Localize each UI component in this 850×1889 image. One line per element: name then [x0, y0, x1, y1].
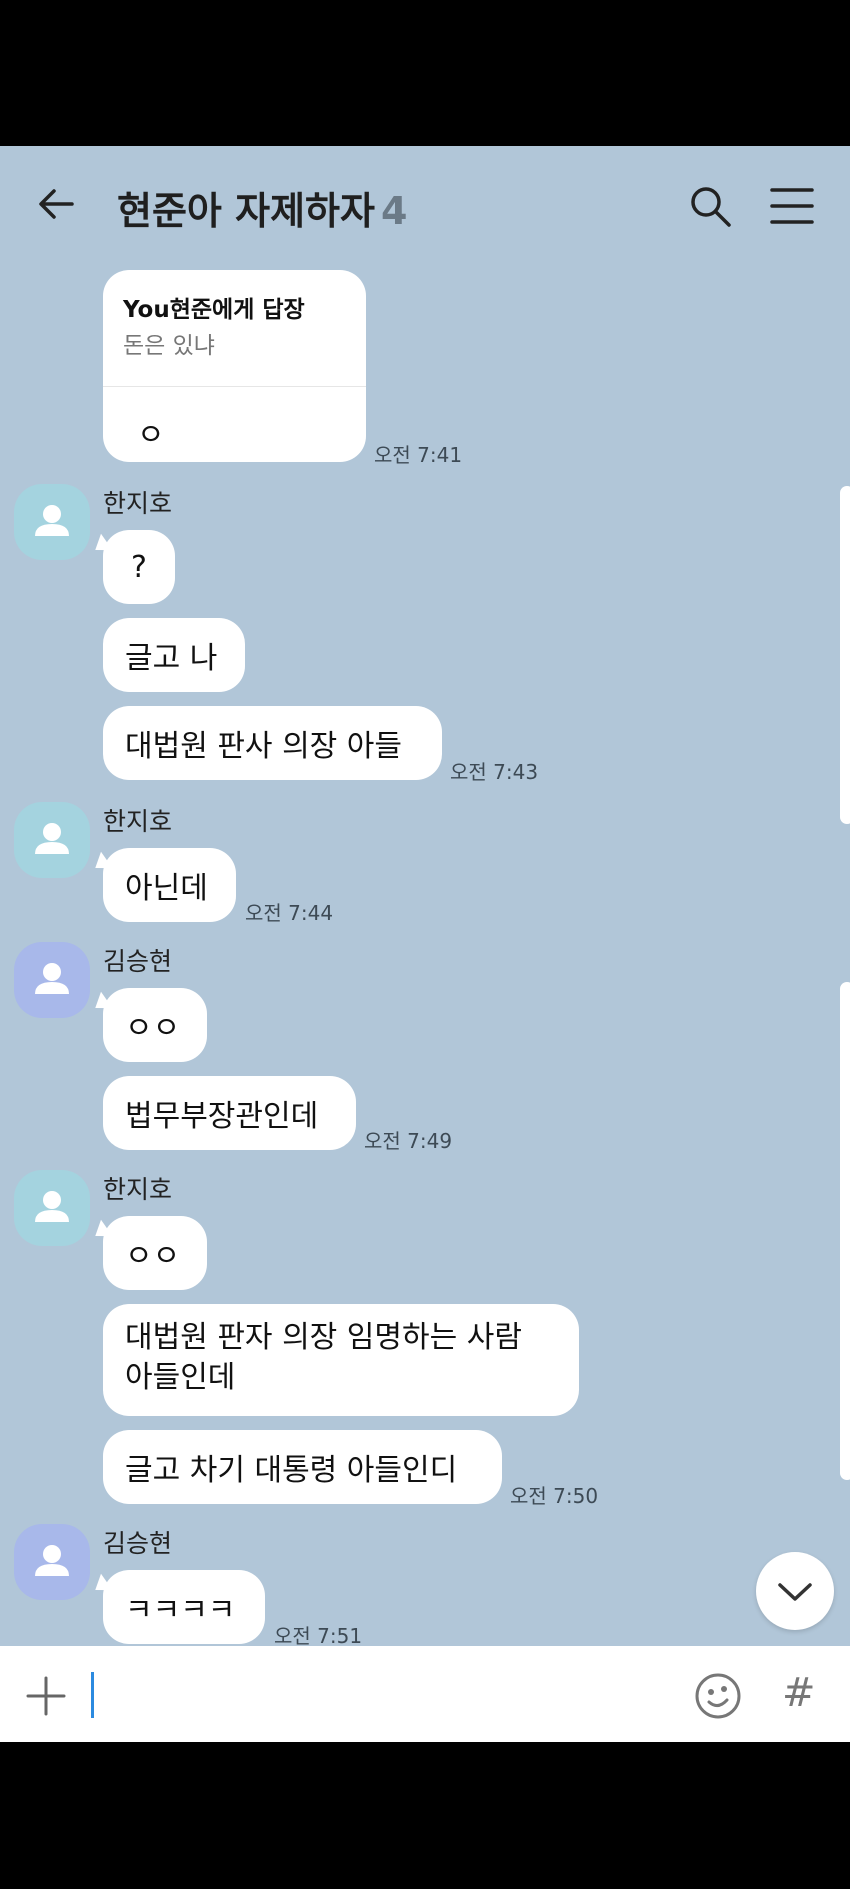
message-bubble[interactable]: ? [103, 530, 175, 604]
chevron-down-icon [778, 1583, 812, 1601]
hamburger-menu-icon[interactable] [770, 186, 814, 226]
quoted-text: 돈은 있냐 [123, 333, 215, 359]
message-time: 오전 7:49 [364, 1129, 453, 1153]
reply-to-label: You현준에게 답장 [123, 297, 305, 323]
message-input-bar: # [0, 1646, 850, 1742]
reply-message-bubble[interactable]: You현준에게 답장 돈은 있냐 ㅇ [103, 270, 366, 462]
message-bubble[interactable]: ㅇㅇ [103, 1216, 207, 1290]
person-icon [35, 1191, 69, 1222]
reply-divider [103, 386, 366, 387]
chat-header: 현준아 자제하자 4 [0, 146, 850, 266]
message-time: 오전 7:51 [274, 1624, 363, 1648]
person-icon [35, 823, 69, 854]
avatar[interactable] [14, 1170, 90, 1246]
sender-name: 한지호 [103, 489, 173, 518]
plus-icon[interactable] [26, 1676, 66, 1716]
chat-title: 현준아 자제하자 4 [117, 180, 407, 235]
message-time: 오전 7:44 [245, 901, 334, 925]
text-cursor [91, 1672, 94, 1718]
sender-name: 김승현 [103, 1529, 173, 1558]
message-bubble[interactable]: 대법원 판사 의장 아들 [103, 706, 442, 780]
message-bubble[interactable]: 법무부장관인데 [103, 1076, 356, 1150]
avatar[interactable] [14, 802, 90, 878]
back-arrow-icon[interactable] [36, 184, 76, 224]
sender-name: 김승현 [103, 947, 173, 976]
person-icon [35, 505, 69, 536]
message-bubble[interactable]: 글고 나 [103, 618, 245, 692]
member-count: 4 [380, 189, 408, 233]
scroll-indicator[interactable] [840, 486, 850, 824]
person-icon [35, 963, 69, 994]
scroll-indicator[interactable] [840, 982, 850, 1480]
sender-name: 한지호 [103, 1175, 173, 1204]
message-bubble[interactable]: 아닌데 [103, 848, 236, 922]
message-bubble[interactable]: ㅋㅋㅋㅋ [103, 1570, 265, 1644]
avatar[interactable] [14, 1524, 90, 1600]
person-icon [35, 1545, 69, 1576]
message-time: 오전 7:50 [510, 1484, 599, 1508]
message-input[interactable] [100, 1666, 664, 1724]
sender-name: 한지호 [103, 807, 173, 836]
emoji-icon[interactable] [694, 1672, 742, 1720]
message-bubble[interactable]: 대법원 판자 의장 임명하는 사람 아들인데 [103, 1304, 579, 1416]
avatar[interactable] [14, 484, 90, 560]
chat-room-name: 현준아 자제하자 [117, 189, 375, 233]
search-icon[interactable] [688, 184, 732, 228]
message-bubble[interactable]: ㅇㅇ [103, 988, 207, 1062]
hash-button[interactable]: # [782, 1670, 816, 1716]
message-bubble[interactable]: 글고 차기 대통령 아들인디 [103, 1430, 502, 1504]
reply-text: ㅇ [137, 418, 165, 453]
chat-screen: 현준아 자제하자 4 You현준에게 답장 돈은 있냐 ㅇ 오전 7:41 한지호… [0, 146, 850, 1742]
avatar[interactable] [14, 942, 90, 1018]
message-time: 오전 7:41 [374, 443, 463, 467]
message-time: 오전 7:43 [450, 760, 539, 784]
scroll-to-bottom-button[interactable] [756, 1552, 834, 1630]
